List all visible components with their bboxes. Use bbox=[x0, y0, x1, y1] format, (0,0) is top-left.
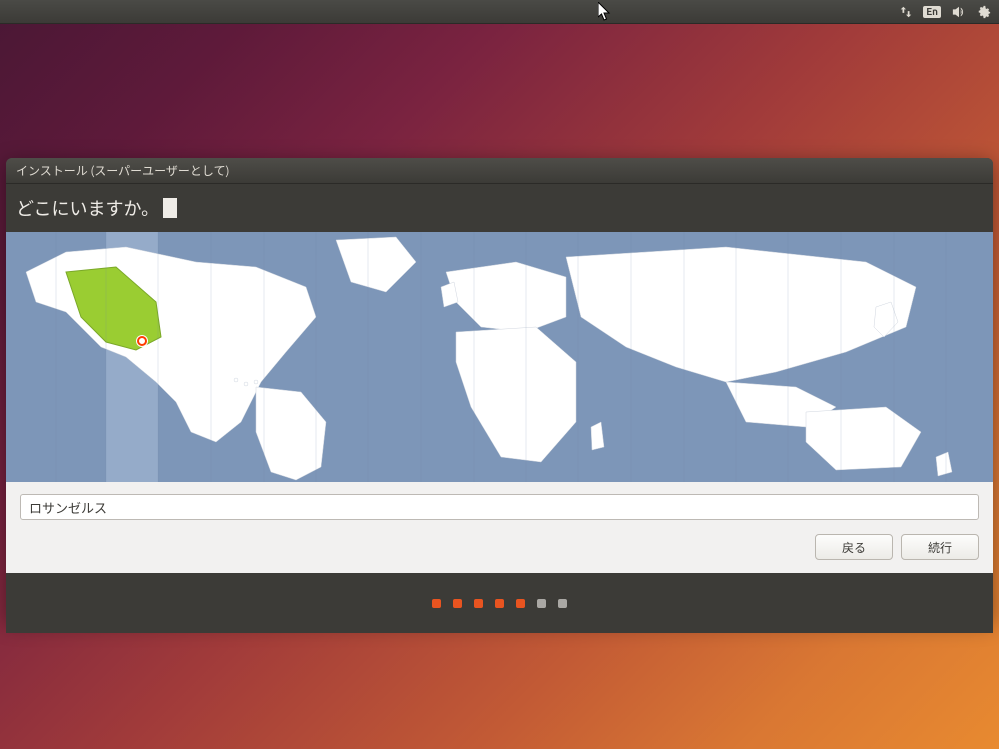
progress-dots bbox=[6, 573, 993, 633]
input-method-indicator[interactable]: En bbox=[923, 6, 941, 18]
continue-button[interactable]: 続行 bbox=[901, 534, 979, 560]
top-menubar: En bbox=[0, 0, 999, 24]
back-button[interactable]: 戻る bbox=[815, 534, 893, 560]
heading-row: どこにいますか。 bbox=[6, 184, 993, 232]
location-input[interactable] bbox=[20, 494, 979, 520]
network-icon[interactable] bbox=[899, 5, 913, 19]
progress-dot-5 bbox=[516, 599, 525, 608]
text-caret bbox=[163, 198, 177, 218]
timezone-map[interactable] bbox=[6, 232, 993, 482]
window-title: インストール (スーパーユーザーとして) bbox=[16, 162, 229, 179]
progress-dot-7 bbox=[558, 599, 567, 608]
progress-dot-3 bbox=[474, 599, 483, 608]
volume-icon[interactable] bbox=[951, 5, 967, 19]
progress-dot-2 bbox=[453, 599, 462, 608]
settings-gear-icon[interactable] bbox=[977, 5, 991, 19]
button-row: 戻る 続行 bbox=[20, 534, 979, 560]
page-heading: どこにいますか。 bbox=[16, 195, 159, 221]
location-marker[interactable] bbox=[137, 336, 147, 346]
installer-window: インストール (スーパーユーザーとして) どこにいますか。 bbox=[6, 158, 993, 621]
progress-dot-6 bbox=[537, 599, 546, 608]
progress-dot-1 bbox=[432, 599, 441, 608]
progress-dot-4 bbox=[495, 599, 504, 608]
window-titlebar: インストール (スーパーユーザーとして) bbox=[6, 158, 993, 184]
